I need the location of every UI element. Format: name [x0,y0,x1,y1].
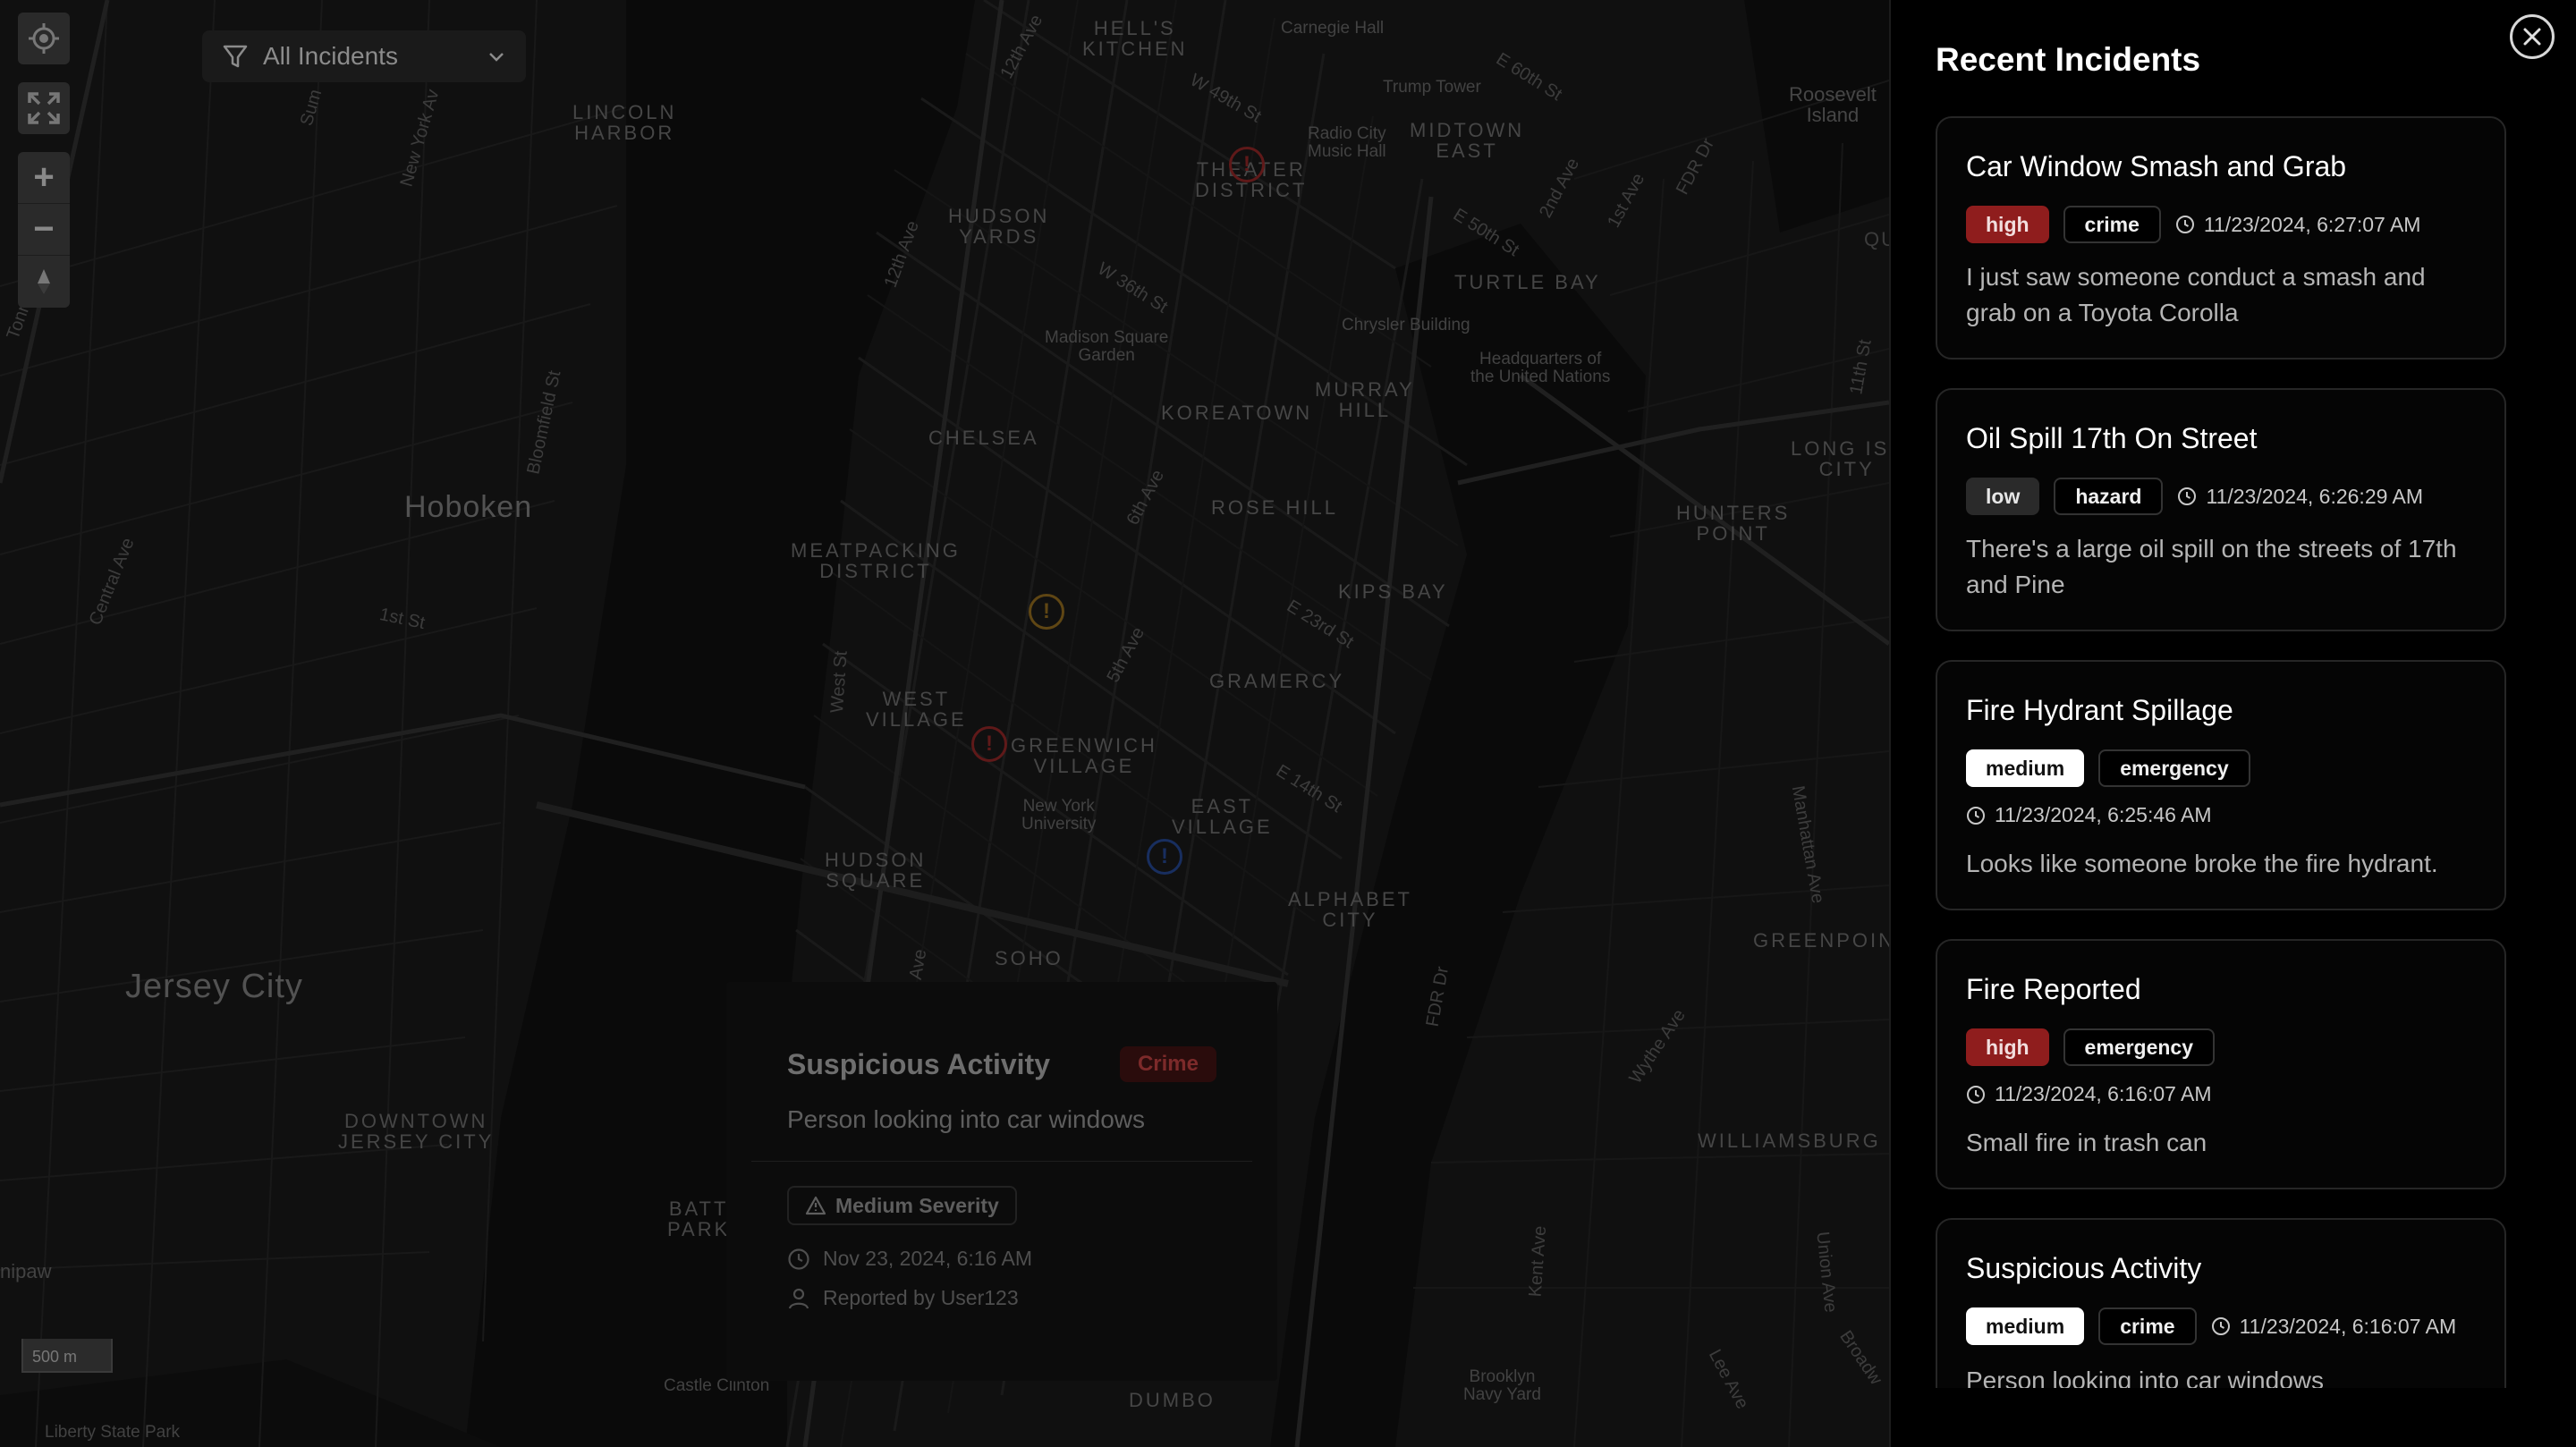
incident-card[interactable]: Oil Spill 17th On Street low hazard 11/2… [1936,388,2506,631]
incident-time: 11/23/2024, 6:16:07 AM [1966,1082,2212,1106]
incident-title: Oil Spill 17th On Street [1966,422,2258,454]
incident-title: Car Window Smash and Grab [1966,150,2347,182]
popup-datetime: Nov 23, 2024, 6:16 AM [823,1247,1032,1270]
category-badge: emergency [2098,749,2250,787]
severity-badge: low [1966,478,2040,515]
popup-divider [751,1161,1252,1162]
incident-title: Fire Reported [1966,973,2141,1005]
category-badge: crime [2063,206,2161,243]
panel-title: Recent Incidents [1936,41,2201,78]
incident-meta-row: low hazard 11/23/2024, 6:26:29 AM [1966,478,2423,515]
locate-button[interactable] [18,13,70,64]
incident-card[interactable]: Car Window Smash and Grab high crime 11/… [1936,116,2506,360]
incident-meta-row: high emergency [1966,1028,2216,1066]
incident-time-text: 11/23/2024, 6:25:46 AM [1995,803,2212,826]
filter-label: All Incidents [263,42,398,70]
clock-icon [788,1248,809,1270]
minus-icon: − [33,209,55,249]
close-panel-button[interactable] [2510,14,2555,59]
zoom-control: + − [18,152,70,308]
plus-icon: + [33,157,55,197]
incident-card[interactable]: Suspicious Activity medium crime 11/23/2… [1936,1218,2506,1388]
crosshair-icon [29,23,59,54]
incident-time-row: 11/23/2024, 6:16:07 AM [1966,1082,2212,1106]
severity-badge: medium [1966,1307,2085,1345]
clock-icon [1967,1085,1985,1104]
fullscreen-button[interactable] [18,82,70,134]
zoom-out-button[interactable]: − [18,204,70,256]
locate-control [18,13,70,64]
incident-description: Person looking into car windows [1966,1367,2324,1388]
incident-description: Small fire in trash can [1966,1129,2207,1156]
popup-header: Suspicious Activity Crime [787,1046,1216,1082]
clock-icon [2178,487,2197,505]
incident-meta-row: high crime 11/23/2024, 6:27:07 AM [1966,206,2420,243]
incident-time: 11/23/2024, 6:27:07 AM [2175,212,2421,237]
incident-time: 11/23/2024, 6:26:29 AM [2177,485,2423,509]
popup-title: Suspicious Activity [787,1047,1050,1080]
incident-title: Fire Hydrant Spillage [1966,694,2233,726]
compass-button[interactable] [18,256,70,308]
incident-meta-row: medium crime 11/23/2024, 6:16:07 AM [1966,1307,2456,1345]
warning-icon [805,1196,826,1215]
popup-severity-label: Medium Severity [835,1193,999,1217]
fullscreen-control [18,82,70,134]
severity-badge: medium [1966,749,2085,787]
severity-badge: high [1966,206,2049,243]
incident-time-text: 11/23/2024, 6:26:29 AM [2206,484,2424,508]
incident-time-row: 11/23/2024, 6:25:46 AM [1966,803,2212,827]
incident-meta-row: medium emergency [1966,749,2250,787]
incident-card[interactable]: Fire Hydrant Spillage medium emergency 1… [1936,660,2506,910]
incident-time-text: 11/23/2024, 6:16:07 AM [2239,1314,2457,1338]
incident-popup: Suspicious Activity Crime Person looking… [726,982,1277,1381]
incident-time: 11/23/2024, 6:16:07 AM [2211,1314,2457,1339]
incident-title: Suspicious Activity [1966,1252,2202,1284]
popup-description: Person looking into car windows [787,1105,1145,1133]
filter-icon [223,45,248,68]
app-root: HELL'S KITCHEN LINCOLN HARBOR THEATER DISTR… [0,0,2576,1447]
severity-badge: high [1966,1028,2049,1066]
fullscreen-icon [28,92,60,124]
incident-list[interactable]: Car Window Smash and Grab high crime 11/… [1936,116,2506,1388]
clock-icon [2211,1317,2230,1335]
incident-card[interactable]: Fire Reported high emergency 11/23/2024,… [1936,939,2506,1189]
map-scale: 500 m [21,1339,113,1373]
popup-severity-badge: Medium Severity [787,1186,1017,1225]
category-badge: emergency [2063,1028,2216,1066]
clock-icon [2175,216,2194,233]
popup-reporter-row: Reported by User123 [787,1286,1019,1310]
clock-icon [1967,806,1985,825]
zoom-in-button[interactable]: + [18,152,70,204]
incident-time: 11/23/2024, 6:25:46 AM [1966,803,2212,827]
user-icon [788,1288,809,1308]
incident-map[interactable]: HELL'S KITCHEN LINCOLN HARBOR THEATER DISTR… [0,0,1889,1447]
compass-icon [38,269,50,294]
chevron-down-icon [489,53,504,62]
popup-datetime-row: Nov 23, 2024, 6:16 AM [787,1247,1032,1271]
popup-reporter: Reported by User123 [823,1286,1019,1309]
incident-filter-dropdown[interactable]: All Incidents [202,30,526,82]
incident-time-text: 11/23/2024, 6:27:07 AM [2203,212,2421,236]
incident-description: There's a large oil spill on the streets… [1966,535,2457,598]
incident-time-text: 11/23/2024, 6:16:07 AM [1995,1082,2212,1105]
incident-description: Looks like someone broke the fire hydran… [1966,850,2438,877]
category-badge: crime [2098,1307,2197,1345]
recent-incidents-panel: Recent Incidents Car Window Smash and Gr… [1889,0,2576,1447]
category-badge: hazard [2054,478,2164,515]
incident-description: I just saw someone conduct a smash and g… [1966,263,2426,326]
close-icon [2523,28,2541,46]
popup-category-badge: Crime [1119,1046,1216,1082]
